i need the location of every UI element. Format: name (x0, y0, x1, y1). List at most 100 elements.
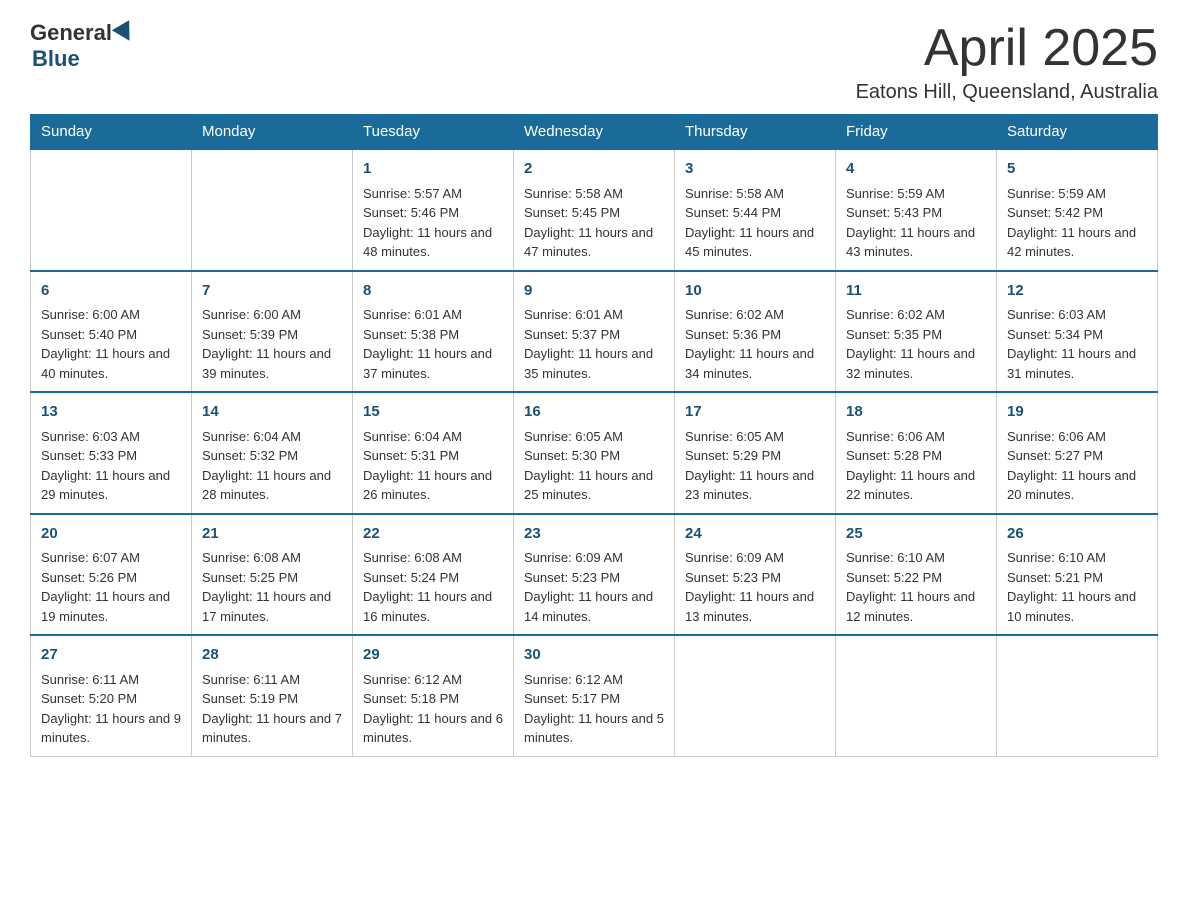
day-info: Daylight: 11 hours and 34 minutes. (685, 344, 825, 383)
day-info: Sunrise: 5:58 AM (524, 184, 664, 204)
day-number: 1 (363, 158, 503, 181)
day-number: 4 (846, 158, 986, 181)
day-info: Sunset: 5:19 PM (202, 689, 342, 709)
day-info: Sunset: 5:46 PM (363, 203, 503, 223)
day-info: Daylight: 11 hours and 10 minutes. (1007, 587, 1147, 626)
day-info: Sunrise: 6:09 AM (685, 548, 825, 568)
day-info: Sunset: 5:39 PM (202, 325, 342, 345)
day-info: Sunrise: 6:06 AM (1007, 427, 1147, 447)
day-info: Daylight: 11 hours and 26 minutes. (363, 466, 503, 505)
day-info: Sunrise: 6:03 AM (1007, 305, 1147, 325)
day-info: Daylight: 11 hours and 20 minutes. (1007, 466, 1147, 505)
day-info: Sunset: 5:34 PM (1007, 325, 1147, 345)
page-subtitle: Eatons Hill, Queensland, Australia (856, 81, 1158, 104)
day-info: Daylight: 11 hours and 45 minutes. (685, 223, 825, 262)
day-info: Sunrise: 6:00 AM (202, 305, 342, 325)
day-number: 28 (202, 644, 342, 667)
logo-general-text: General (30, 20, 112, 46)
table-row: 3Sunrise: 5:58 AMSunset: 5:44 PMDaylight… (675, 149, 836, 271)
table-row: 5Sunrise: 5:59 AMSunset: 5:42 PMDaylight… (997, 149, 1158, 271)
logo-triangle-icon (112, 20, 138, 46)
day-info: Sunrise: 6:04 AM (363, 427, 503, 447)
day-info: Sunset: 5:28 PM (846, 446, 986, 466)
day-number: 9 (524, 280, 664, 303)
day-info: Daylight: 11 hours and 29 minutes. (41, 466, 181, 505)
logo-blue-text: Blue (32, 46, 80, 71)
day-info: Sunrise: 5:59 AM (846, 184, 986, 204)
table-row: 30Sunrise: 6:12 AMSunset: 5:17 PMDayligh… (514, 635, 675, 756)
day-number: 23 (524, 523, 664, 546)
day-info: Sunrise: 6:08 AM (363, 548, 503, 568)
col-saturday: Saturday (997, 115, 1158, 150)
day-info: Daylight: 11 hours and 35 minutes. (524, 344, 664, 383)
table-row (192, 149, 353, 271)
day-info: Sunset: 5:36 PM (685, 325, 825, 345)
table-row (836, 635, 997, 756)
day-info: Sunset: 5:43 PM (846, 203, 986, 223)
day-number: 5 (1007, 158, 1147, 181)
day-info: Daylight: 11 hours and 31 minutes. (1007, 344, 1147, 383)
day-number: 10 (685, 280, 825, 303)
table-row (997, 635, 1158, 756)
table-row: 19Sunrise: 6:06 AMSunset: 5:27 PMDayligh… (997, 392, 1158, 514)
day-number: 15 (363, 401, 503, 424)
day-info: Sunset: 5:21 PM (1007, 568, 1147, 588)
day-info: Sunrise: 6:05 AM (524, 427, 664, 447)
table-row: 8Sunrise: 6:01 AMSunset: 5:38 PMDaylight… (353, 271, 514, 393)
day-info: Sunrise: 6:04 AM (202, 427, 342, 447)
day-info: Sunrise: 6:12 AM (524, 670, 664, 690)
day-info: Daylight: 11 hours and 23 minutes. (685, 466, 825, 505)
table-row: 14Sunrise: 6:04 AMSunset: 5:32 PMDayligh… (192, 392, 353, 514)
page-header: General Blue April 2025 Eatons Hill, Que… (30, 20, 1158, 104)
day-info: Daylight: 11 hours and 28 minutes. (202, 466, 342, 505)
table-row: 7Sunrise: 6:00 AMSunset: 5:39 PMDaylight… (192, 271, 353, 393)
day-info: Daylight: 11 hours and 7 minutes. (202, 709, 342, 748)
table-row: 6Sunrise: 6:00 AMSunset: 5:40 PMDaylight… (31, 271, 192, 393)
table-row: 4Sunrise: 5:59 AMSunset: 5:43 PMDaylight… (836, 149, 997, 271)
day-number: 7 (202, 280, 342, 303)
day-number: 21 (202, 523, 342, 546)
day-number: 24 (685, 523, 825, 546)
day-info: Sunrise: 6:07 AM (41, 548, 181, 568)
table-row: 15Sunrise: 6:04 AMSunset: 5:31 PMDayligh… (353, 392, 514, 514)
day-number: 30 (524, 644, 664, 667)
day-number: 8 (363, 280, 503, 303)
day-info: Sunset: 5:23 PM (685, 568, 825, 588)
day-info: Daylight: 11 hours and 42 minutes. (1007, 223, 1147, 262)
table-row: 21Sunrise: 6:08 AMSunset: 5:25 PMDayligh… (192, 514, 353, 636)
col-wednesday: Wednesday (514, 115, 675, 150)
day-info: Daylight: 11 hours and 17 minutes. (202, 587, 342, 626)
day-info: Sunrise: 6:02 AM (685, 305, 825, 325)
day-info: Sunset: 5:33 PM (41, 446, 181, 466)
table-row: 9Sunrise: 6:01 AMSunset: 5:37 PMDaylight… (514, 271, 675, 393)
calendar-week-row: 27Sunrise: 6:11 AMSunset: 5:20 PMDayligh… (31, 635, 1158, 756)
day-info: Daylight: 11 hours and 25 minutes. (524, 466, 664, 505)
table-row: 2Sunrise: 5:58 AMSunset: 5:45 PMDaylight… (514, 149, 675, 271)
day-info: Daylight: 11 hours and 22 minutes. (846, 466, 986, 505)
day-info: Sunset: 5:40 PM (41, 325, 181, 345)
day-number: 22 (363, 523, 503, 546)
day-info: Daylight: 11 hours and 39 minutes. (202, 344, 342, 383)
table-row: 22Sunrise: 6:08 AMSunset: 5:24 PMDayligh… (353, 514, 514, 636)
day-number: 3 (685, 158, 825, 181)
day-info: Sunset: 5:35 PM (846, 325, 986, 345)
day-info: Sunrise: 6:10 AM (846, 548, 986, 568)
day-info: Sunset: 5:38 PM (363, 325, 503, 345)
table-row: 13Sunrise: 6:03 AMSunset: 5:33 PMDayligh… (31, 392, 192, 514)
table-row: 23Sunrise: 6:09 AMSunset: 5:23 PMDayligh… (514, 514, 675, 636)
day-info: Sunset: 5:25 PM (202, 568, 342, 588)
day-info: Sunrise: 5:57 AM (363, 184, 503, 204)
table-row: 16Sunrise: 6:05 AMSunset: 5:30 PMDayligh… (514, 392, 675, 514)
table-row: 26Sunrise: 6:10 AMSunset: 5:21 PMDayligh… (997, 514, 1158, 636)
day-number: 11 (846, 280, 986, 303)
table-row: 20Sunrise: 6:07 AMSunset: 5:26 PMDayligh… (31, 514, 192, 636)
calendar-week-row: 13Sunrise: 6:03 AMSunset: 5:33 PMDayligh… (31, 392, 1158, 514)
day-number: 17 (685, 401, 825, 424)
day-info: Daylight: 11 hours and 12 minutes. (846, 587, 986, 626)
day-info: Daylight: 11 hours and 6 minutes. (363, 709, 503, 748)
day-info: Sunset: 5:23 PM (524, 568, 664, 588)
day-info: Daylight: 11 hours and 48 minutes. (363, 223, 503, 262)
page-title: April 2025 (856, 20, 1158, 77)
day-info: Daylight: 11 hours and 13 minutes. (685, 587, 825, 626)
day-info: Sunrise: 6:08 AM (202, 548, 342, 568)
